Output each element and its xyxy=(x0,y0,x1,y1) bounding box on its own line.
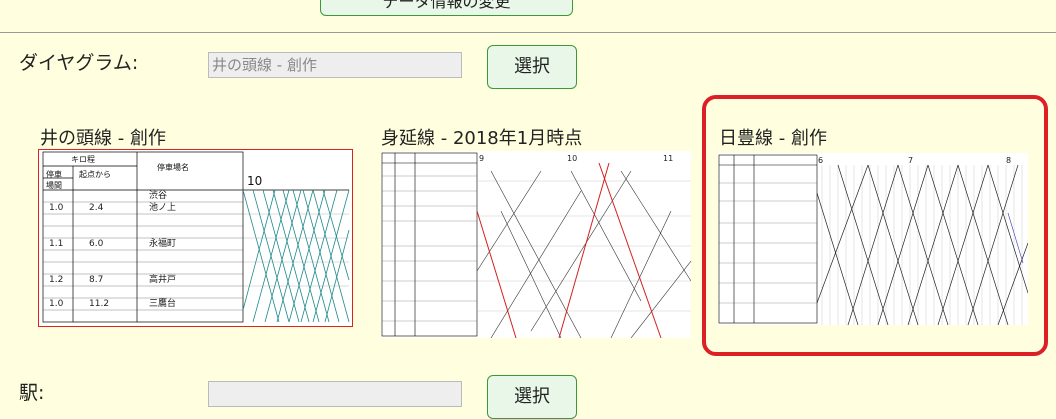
svg-text:8: 8 xyxy=(1006,156,1011,165)
station-label: 駅: xyxy=(19,382,45,404)
diagram-thumbnail-minobu: 9 10 11 xyxy=(381,152,692,339)
svg-text:キロ程: キロ程 xyxy=(71,155,95,164)
svg-text:高井戸: 高井戸 xyxy=(149,273,176,285)
svg-text:場間: 場間 xyxy=(46,180,62,190)
svg-text:1.0: 1.0 xyxy=(49,299,64,309)
svg-text:三鷹台: 三鷹台 xyxy=(149,297,176,309)
svg-text:11: 11 xyxy=(663,154,673,163)
svg-text:11.2: 11.2 xyxy=(89,299,109,309)
station-input[interactable] xyxy=(208,381,462,407)
diagram-thumbnail-nippo: 6 7 8 xyxy=(718,154,1029,326)
svg-text:7: 7 xyxy=(908,156,913,165)
svg-text:2.4: 2.4 xyxy=(89,203,104,213)
svg-text:6.0: 6.0 xyxy=(89,239,104,249)
divider xyxy=(0,32,1056,33)
svg-text:1.1: 1.1 xyxy=(49,239,63,249)
thumbnail-title-nippo: 日豊線 - 創作 xyxy=(719,128,827,149)
diagram-label: ダイヤグラム: xyxy=(19,52,139,74)
diagram-select-button[interactable]: 選択 xyxy=(487,45,577,89)
svg-text:渋谷: 渋谷 xyxy=(149,189,167,201)
svg-text:起点から: 起点から xyxy=(79,170,111,179)
svg-text:1.0: 1.0 xyxy=(49,203,64,213)
thumbnail-minobu[interactable]: 9 10 11 xyxy=(381,151,692,339)
svg-text:池ノ上: 池ノ上 xyxy=(149,201,176,213)
data-info-change-button[interactable]: データ情報の変更 xyxy=(320,0,573,16)
diagram-input[interactable]: 井の頭線 - 創作 xyxy=(208,52,462,78)
top-button-label: データ情報の変更 xyxy=(382,0,511,11)
thumbnail-title-inokashira: 井の頭線 - 創作 xyxy=(40,128,166,149)
svg-text:1.2: 1.2 xyxy=(49,275,63,285)
svg-text:10: 10 xyxy=(567,154,577,163)
thumbnail-nippo[interactable]: 6 7 8 xyxy=(718,153,1029,326)
svg-text:9: 9 xyxy=(479,154,484,163)
thumbnail-inokashira[interactable]: キロ程 停車場名 停車 場間 起点から 10 1.0 2.4 池ノ上 1.1 6.0 永福… xyxy=(38,149,353,327)
svg-text:8.7: 8.7 xyxy=(89,275,103,285)
station-select-button[interactable]: 選択 xyxy=(487,375,577,419)
svg-text:永福町: 永福町 xyxy=(149,237,176,249)
diagram-thumbnail-inokashira: キロ程 停車場名 停車場間 起点から 10 1.0 2.4 池ノ上 1.1 6.0 永福… xyxy=(42,151,350,323)
svg-text:6: 6 xyxy=(818,156,823,165)
thumbnail-title-minobu: 身延線 - 2018年1月時点 xyxy=(381,128,583,149)
svg-text:停車場名: 停車場名 xyxy=(157,162,189,172)
svg-text:停車: 停車 xyxy=(46,169,62,179)
svg-text:10: 10 xyxy=(247,174,262,188)
